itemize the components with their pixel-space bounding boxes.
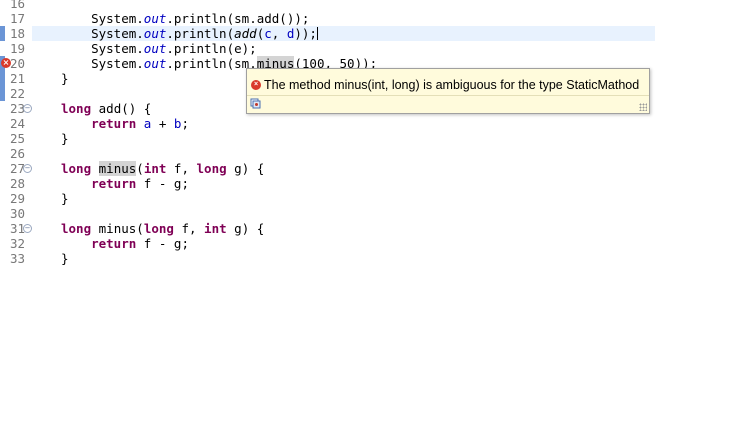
error-icon: × bbox=[251, 80, 261, 90]
popup-divider bbox=[247, 95, 649, 96]
code-text: System.out.println(sm.add()); bbox=[91, 11, 310, 26]
line-number: 22 bbox=[10, 86, 26, 101]
code-line-30[interactable]: 30 bbox=[0, 206, 750, 221]
code-line-32[interactable]: 32 return f - g; bbox=[0, 236, 750, 251]
resize-grip[interactable] bbox=[639, 103, 647, 111]
code-text: long minus(int f, long g) { bbox=[61, 161, 265, 176]
quick-fix-icon[interactable] bbox=[250, 98, 261, 109]
line-number: 28 bbox=[10, 176, 26, 191]
code-text: } bbox=[61, 71, 69, 86]
code-line-18[interactable]: 18 System.out.println(add(c, d)); bbox=[0, 26, 750, 71]
hover-message: × The method minus(int, long) is ambiguo… bbox=[251, 78, 639, 92]
code-text: System.out.println(add(c, d)); bbox=[91, 26, 318, 41]
code-text: } bbox=[61, 131, 69, 146]
line-number: 16 bbox=[10, 0, 26, 11]
code-text: return a + b; bbox=[91, 116, 189, 131]
line-number: 26 bbox=[10, 146, 26, 161]
code-editor[interactable]: 16 17 System.out.println(sm.add()); 18 S… bbox=[0, 0, 750, 421]
line-number: 19 bbox=[10, 41, 26, 56]
line-number: 29 bbox=[10, 191, 26, 206]
fold-toggle-icon[interactable]: − bbox=[23, 164, 32, 173]
occurrence-highlight: minus bbox=[98, 161, 137, 176]
code-line-26[interactable]: 26 bbox=[0, 146, 750, 161]
line-number: 18 bbox=[10, 26, 26, 41]
code-line-29[interactable]: 29 } bbox=[0, 191, 750, 206]
code-text: long minus(long f, int g) { bbox=[61, 221, 265, 236]
code-text: long add() { bbox=[61, 101, 152, 116]
line-number: 21 bbox=[10, 71, 26, 86]
fold-toggle-icon[interactable]: − bbox=[23, 224, 32, 233]
line-number: 30 bbox=[10, 206, 26, 221]
code-text: } bbox=[61, 191, 69, 206]
code-line-25[interactable]: 25 } bbox=[0, 131, 750, 146]
code-text: return f - g; bbox=[91, 176, 189, 191]
line-number: 25 bbox=[10, 131, 26, 146]
text-caret bbox=[316, 27, 318, 40]
error-hover-popup[interactable]: × The method minus(int, long) is ambiguo… bbox=[246, 68, 650, 114]
code-text: return f - g; bbox=[91, 236, 189, 251]
code-line-24[interactable]: 24 return a + b; bbox=[0, 116, 750, 131]
hover-message-text: The method minus(int, long) is ambiguous… bbox=[264, 78, 640, 92]
code-line-28[interactable]: 28 return f - g; bbox=[0, 176, 750, 191]
line-number: 33 bbox=[10, 251, 26, 266]
code-line-19[interactable]: 19 System.out.println(e); bbox=[0, 41, 750, 71]
line-number: 24 bbox=[10, 116, 26, 131]
code-line-33[interactable]: 33 } bbox=[0, 251, 750, 266]
code-line-17[interactable]: 17 System.out.println(sm.add()); bbox=[0, 11, 750, 41]
line-number: 32 bbox=[10, 236, 26, 251]
code-line-27[interactable]: 27 − long minus(int f, long g) { bbox=[0, 161, 750, 176]
code-text: System.out.println(e); bbox=[91, 41, 257, 56]
code-text: } bbox=[61, 251, 69, 266]
fold-toggle-icon[interactable]: − bbox=[23, 104, 32, 113]
line-number: 17 bbox=[10, 11, 26, 26]
code-line-31[interactable]: 31 − long minus(long f, int g) { bbox=[0, 221, 750, 236]
code-line-16[interactable]: 16 bbox=[0, 0, 750, 11]
line-number: 20 bbox=[10, 56, 26, 71]
